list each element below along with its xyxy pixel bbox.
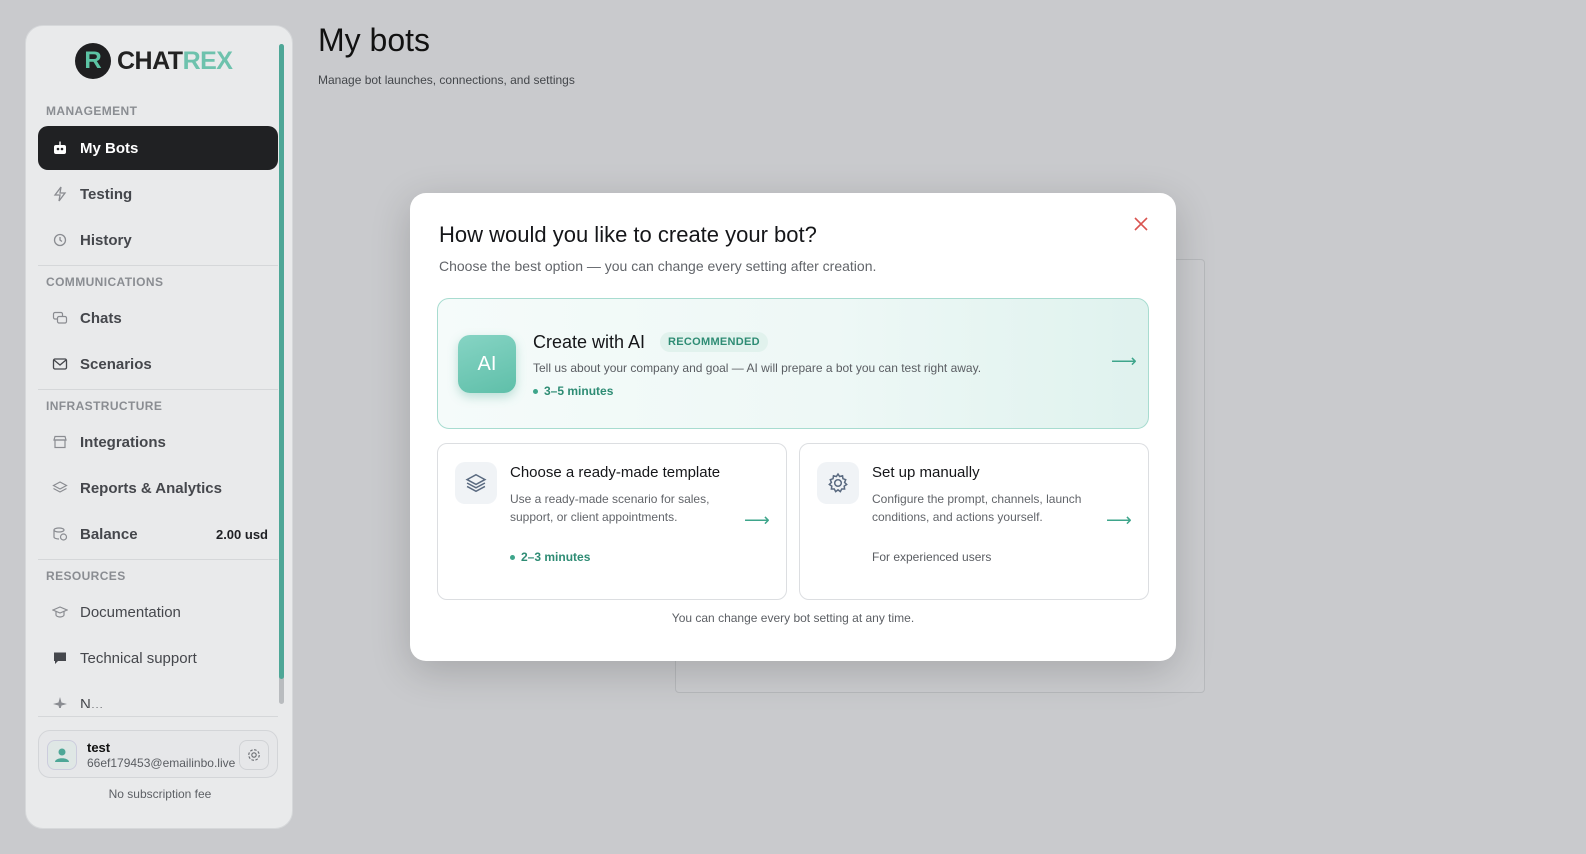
template-option-title: Choose a ready-made template: [510, 464, 721, 481]
ai-option-title: Create with AI: [533, 332, 646, 352]
layers-icon: [455, 462, 497, 504]
close-button[interactable]: [1131, 215, 1151, 235]
close-icon: [1134, 217, 1148, 231]
modal-title: How would you like to create your bot?: [439, 222, 817, 247]
sidebar-scroll-thumb[interactable]: [279, 44, 284, 679]
recommended-badge: RECOMMENDED: [660, 332, 768, 352]
gear-icon: [817, 462, 859, 504]
create-bot-modal: How would you like to create your bot? C…: [410, 193, 1176, 661]
section-management: MANAGEMENT: [46, 104, 138, 118]
sidebar-item-label: Technical support: [80, 649, 197, 667]
graduation-cap-icon: [52, 604, 68, 620]
sidebar-item-label: My Bots: [80, 139, 139, 157]
sidebar-item-integrations[interactable]: Integrations: [38, 420, 278, 464]
layers-icon: [52, 480, 68, 496]
sidebar-item-reports[interactable]: Reports & Analytics: [38, 466, 278, 510]
robot-icon: [52, 140, 68, 156]
sidebar: R CHATREX MANAGEMENT My Bots Testing His…: [25, 25, 293, 829]
section-communications: COMMUNICATIONS: [46, 275, 164, 289]
sidebar-item-label: Testing: [80, 185, 133, 203]
sidebar-item-label: Reports & Analytics: [80, 479, 222, 497]
manual-option[interactable]: Set up manually Configure the prompt, ch…: [799, 443, 1149, 600]
sparkle-icon: [52, 696, 68, 708]
subscription-note: No subscription fee: [108, 787, 212, 801]
divider: [38, 559, 278, 560]
user-email: 66ef179453@emailinbo.live: [87, 756, 236, 770]
sidebar-item-scenarios[interactable]: Scenarios: [38, 342, 278, 386]
sidebar-item-support[interactable]: Technical support: [38, 636, 278, 680]
dot-icon: [510, 554, 515, 560]
sidebar-item-partial[interactable]: N...: [38, 682, 278, 708]
ai-option-time: 3–5 minutes: [533, 384, 613, 398]
template-option[interactable]: Choose a ready-made template Use a ready…: [437, 443, 787, 600]
manual-option-description: Configure the prompt, channels, launch c…: [872, 492, 1082, 524]
chat-bubbles-icon: [52, 310, 68, 326]
envelope-icon: [52, 356, 68, 372]
manual-option-note: For experienced users: [872, 550, 992, 564]
user-card[interactable]: test 66ef179453@emailinbo.live: [38, 730, 278, 778]
divider: [38, 716, 278, 717]
dot-icon: [533, 388, 538, 394]
user-settings-button[interactable]: [239, 740, 269, 770]
ai-option-description: Tell us about your company and goal — AI…: [533, 361, 982, 375]
logo[interactable]: R CHATREX: [75, 43, 233, 79]
manual-option-title: Set up manually: [872, 464, 980, 481]
modal-footer-note: You can change every bot setting at any …: [671, 611, 915, 625]
section-infrastructure: INFRASTRUCTURE: [46, 399, 163, 413]
sidebar-item-label: N...: [80, 696, 104, 708]
arrow-right-icon: ⟶: [1106, 510, 1132, 530]
sidebar-item-testing[interactable]: Testing: [38, 172, 278, 216]
sidebar-item-label: Integrations: [80, 433, 166, 451]
sidebar-item-chats[interactable]: Chats: [38, 296, 278, 340]
gear-icon: [248, 749, 260, 761]
sidebar-item-label: Documentation: [80, 603, 181, 621]
page-title: My bots: [318, 22, 431, 58]
message-icon: [52, 650, 68, 666]
divider: [38, 389, 278, 390]
arrow-right-icon: ⟶: [1111, 351, 1137, 371]
ai-badge-icon: AI: [458, 335, 516, 393]
sidebar-item-my-bots[interactable]: My Bots: [38, 126, 278, 170]
template-option-time: 2–3 minutes: [510, 550, 590, 564]
user-name: test: [87, 740, 111, 755]
page-subtitle: Manage bot launches, connections, and se…: [318, 73, 575, 87]
modal-subtitle: Choose the best option — you can change …: [439, 258, 877, 274]
store-icon: [52, 434, 68, 450]
sidebar-item-balance[interactable]: Balance 2.00 usd: [38, 512, 278, 556]
logo-mark: R: [75, 43, 111, 79]
divider: [38, 265, 278, 266]
logo-text: CHATREX: [117, 46, 233, 75]
create-with-ai-option[interactable]: AI Create with AI RECOMMENDED Tell us ab…: [437, 298, 1149, 429]
lightning-icon: [52, 186, 68, 202]
coins-icon: [52, 526, 68, 542]
sidebar-scrollbar[interactable]: [279, 44, 284, 704]
balance-value: 2.00 usd: [215, 526, 268, 542]
sidebar-item-label: Balance: [80, 525, 138, 543]
sidebar-item-documentation[interactable]: Documentation: [38, 590, 278, 634]
sidebar-item-label: Chats: [80, 309, 122, 327]
history-icon: [52, 232, 68, 248]
sidebar-item-history[interactable]: History: [38, 218, 278, 262]
section-resources: RESOURCES: [46, 569, 126, 583]
avatar: [47, 740, 77, 770]
sidebar-item-label: History: [80, 231, 132, 249]
template-option-description: Use a ready-made scenario for sales, sup…: [510, 492, 710, 524]
arrow-right-icon: ⟶: [744, 510, 770, 530]
sidebar-item-label: Scenarios: [80, 355, 152, 373]
